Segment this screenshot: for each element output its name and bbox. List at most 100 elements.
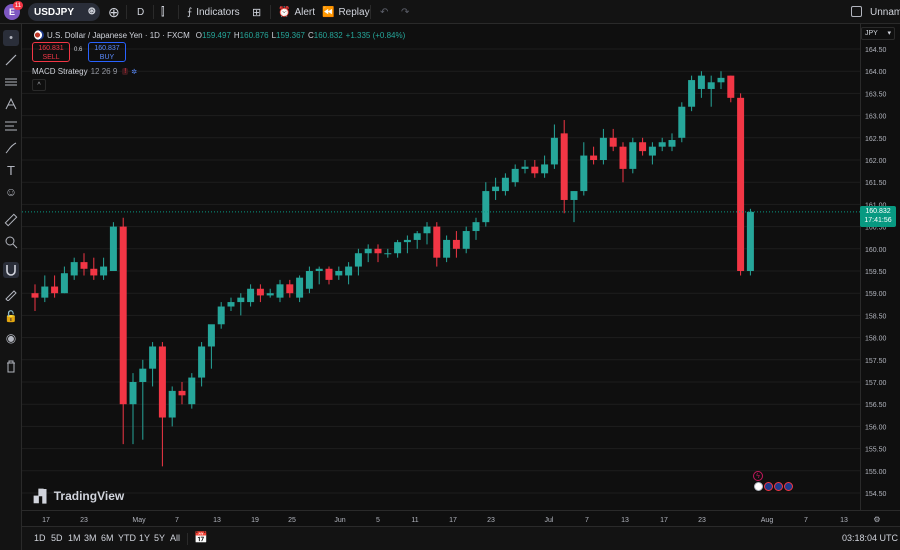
range-1y[interactable]: 1Y	[139, 533, 150, 543]
time-tick-label: 13	[621, 517, 629, 524]
event-jp-flag-icon[interactable]	[754, 482, 763, 491]
collapse-legend-button[interactable]: ^	[32, 79, 46, 91]
price-tick-label: 157.00	[865, 380, 887, 387]
indicators-button[interactable]: ⨍ Indicators	[187, 0, 240, 24]
toolbar-divider	[126, 5, 127, 19]
time-tick-label: May	[132, 517, 146, 524]
fib-retracement-icon[interactable]	[3, 118, 19, 134]
bolt-event-icon[interactable]: ϟ	[753, 471, 763, 481]
text-tool-icon[interactable]: T	[3, 162, 19, 178]
indicators-label: Indicators	[196, 6, 240, 18]
range-6m[interactable]: 6M	[101, 533, 114, 543]
candle-body	[60, 273, 68, 294]
utc-clock[interactable]: 03:18:04 UTC	[842, 533, 898, 543]
candle-body	[737, 97, 745, 271]
candle-body	[609, 137, 617, 147]
candle-body	[590, 155, 598, 160]
price-tick-label: 163.50	[865, 91, 887, 98]
price-scale[interactable]: 154.50 155.00 155.50 156.00 156.50 157.00 157.…	[860, 24, 900, 510]
symbol-label: USDJPY	[34, 6, 75, 18]
time-tick-label: 11	[411, 517, 418, 524]
compare-symbol-icon[interactable]: ⊕	[108, 0, 120, 24]
cursor-dot-icon[interactable]: •	[3, 30, 19, 46]
top-toolbar: E 11 USDJPY ⊛ ⊕ D ⫿ ⨍ Indicators ⊞ ⏰ Ale…	[0, 0, 900, 24]
candle-body	[345, 266, 353, 276]
candle-body	[521, 166, 529, 169]
range-3m[interactable]: 3M	[84, 533, 97, 543]
candle-body	[443, 239, 451, 258]
eye-icon[interactable]: ◉	[3, 330, 19, 346]
range-5y[interactable]: 5Y	[154, 533, 165, 543]
candle-body	[570, 191, 578, 200]
ruler-icon[interactable]	[3, 212, 19, 228]
strategy-error-badge[interactable]: !	[122, 68, 129, 75]
strategy-settings-icon[interactable]: ✲	[131, 68, 137, 76]
range-1m[interactable]: 1M	[68, 533, 81, 543]
candle-body	[688, 80, 696, 107]
trash-icon[interactable]	[3, 358, 19, 374]
range-5d[interactable]: 5D	[51, 533, 63, 543]
close-value: 160.832	[313, 30, 343, 40]
candle-body	[384, 253, 392, 255]
layout-checkbox[interactable]	[851, 6, 862, 17]
emoji-icon[interactable]: ☺	[3, 184, 19, 200]
candle-body	[364, 248, 372, 254]
price-tick-label: 163.00	[865, 114, 887, 121]
candle-body	[629, 142, 637, 169]
candle-body	[217, 306, 225, 325]
lock-icon[interactable]: 🔓	[3, 308, 19, 324]
sell-button[interactable]: 160.831 SELL	[32, 42, 70, 62]
candle-body	[580, 155, 588, 192]
event-us-flag-icon[interactable]	[774, 482, 783, 491]
horizontal-lines-icon[interactable]	[3, 74, 19, 90]
magnet-icon[interactable]	[3, 262, 19, 278]
toolbar-divider	[370, 5, 371, 19]
time-tick-label: 13	[213, 517, 221, 524]
scale-settings-icon[interactable]: ⚙	[873, 515, 880, 524]
candle-body	[354, 253, 362, 267]
price-tick-label: 154.50	[865, 491, 887, 498]
interval-button[interactable]: D	[137, 0, 144, 24]
toolbar-divider	[270, 5, 271, 19]
event-us-flag-icon[interactable]	[784, 482, 793, 491]
layout-grid-icon[interactable]: ⊞	[252, 0, 261, 24]
time-tick-label: 13	[840, 517, 848, 524]
time-tick-label: 17	[449, 517, 457, 524]
buy-button[interactable]: 160.837 BUY	[88, 42, 126, 62]
trend-line-icon[interactable]	[3, 52, 19, 68]
price-tick-label: 155.50	[865, 447, 887, 454]
usd-jpy-flag-icon	[34, 30, 44, 40]
alert-button[interactable]: ⏰ Alert	[278, 0, 315, 24]
candlestick-chart[interactable]	[22, 24, 860, 510]
time-scale[interactable]: 17 23 May 7 13 19 25 Jun 5 11 17 23 Jul 7 13 17 23 Aug 7 13…	[22, 510, 900, 526]
pitchfork-icon[interactable]	[3, 96, 19, 112]
price-tick-label: 157.50	[865, 358, 887, 365]
go-to-date-icon[interactable]: 📅	[194, 531, 208, 544]
price-scale-labels: 154.50 155.00 155.50 156.00 156.50 157.00 157.…	[865, 47, 887, 498]
candle-body	[394, 242, 402, 254]
brush-icon[interactable]	[3, 140, 19, 156]
chart-type-candles-icon[interactable]: ⫿	[161, 0, 165, 24]
undo-icon[interactable]: ↶	[380, 0, 388, 24]
range-all[interactable]: All	[170, 533, 180, 543]
candle-body	[482, 191, 490, 223]
candle-body	[423, 226, 431, 234]
zoom-in-icon[interactable]	[3, 234, 19, 250]
range-1d[interactable]: 1D	[34, 533, 46, 543]
symbol-search-button[interactable]: USDJPY ⊛	[28, 3, 100, 21]
layout-name[interactable]: Unname	[870, 0, 900, 24]
range-ytd[interactable]: YTD	[118, 533, 136, 543]
strategy-legend[interactable]: MACD Strategy 12 26 9 ! ✲	[32, 67, 137, 76]
event-us-flag-icon[interactable]	[764, 482, 773, 491]
replay-button[interactable]: ⏪ Replay	[322, 0, 370, 24]
price-chart[interactable]	[22, 24, 860, 510]
price-tick-label: 155.00	[865, 469, 887, 476]
economic-events[interactable]	[754, 482, 793, 491]
time-tick-label: 7	[175, 517, 179, 524]
candle-body	[41, 286, 49, 298]
price-tick-label: 161.50	[865, 180, 887, 187]
candle-body	[266, 293, 274, 296]
lock-drawings-pencil-icon[interactable]	[3, 286, 19, 302]
currency-selector[interactable]: JPY ▾	[861, 27, 895, 40]
redo-icon[interactable]: ↷	[401, 0, 409, 24]
